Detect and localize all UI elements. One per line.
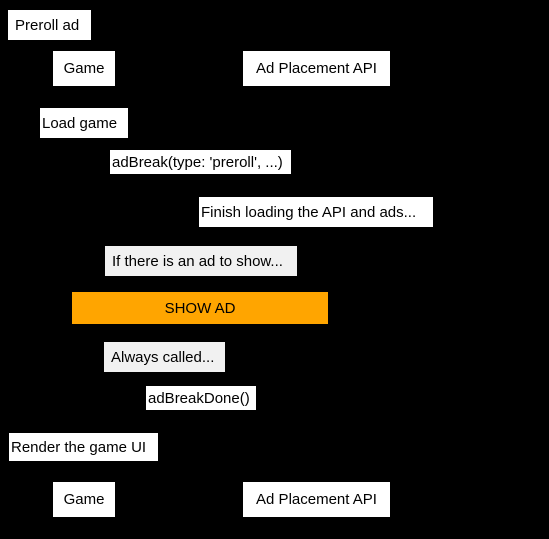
participant-ad-placement-api-footer: Ad Placement API bbox=[243, 482, 390, 517]
note-if-there-is-an-ad-to-show: If there is an ad to show... bbox=[105, 246, 297, 276]
diagram-title: Preroll ad bbox=[8, 10, 91, 40]
participant-game-footer: Game bbox=[53, 482, 115, 517]
message-label-finish-loading: Finish loading the API and ads... bbox=[199, 197, 433, 227]
participant-ad-placement-api-header: Ad Placement API bbox=[243, 51, 390, 86]
highlight-show-ad: SHOW AD bbox=[72, 292, 328, 324]
lifeline-ad-placement-api bbox=[316, 86, 317, 482]
sequence-diagram: Preroll ad Game Ad Placement API Load ga… bbox=[0, 0, 549, 539]
lifeline-game bbox=[83, 86, 84, 482]
message-label-render-the-game-ui: Render the game UI bbox=[9, 433, 158, 461]
message-label-adbreakdone: adBreakDone() bbox=[146, 386, 256, 410]
message-label-adbreak: adBreak(type: 'preroll', ...) bbox=[110, 150, 291, 174]
note-always-called: Always called... bbox=[104, 342, 225, 372]
message-label-load-game: Load game bbox=[40, 108, 128, 138]
participant-game-header: Game bbox=[53, 51, 115, 86]
